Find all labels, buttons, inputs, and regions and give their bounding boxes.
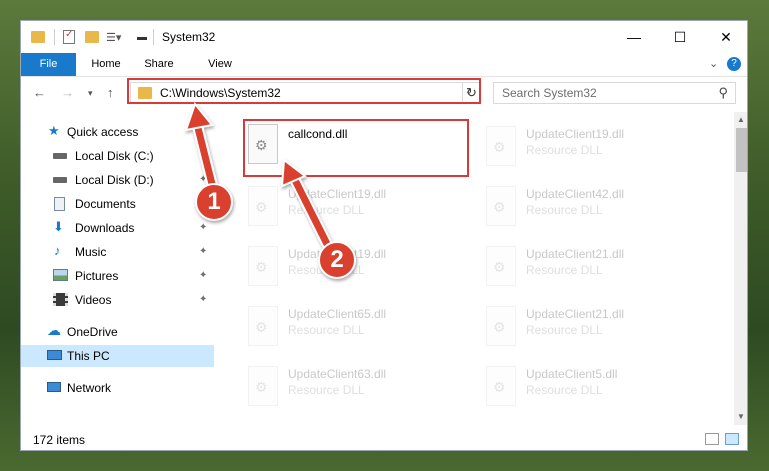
step-2-badge: 2 [318, 241, 356, 279]
step-1-badge: 1 [195, 183, 233, 221]
arrow-2 [280, 158, 336, 256]
annotation-arrows [184, 101, 336, 256]
arrow-1 [184, 101, 220, 198]
